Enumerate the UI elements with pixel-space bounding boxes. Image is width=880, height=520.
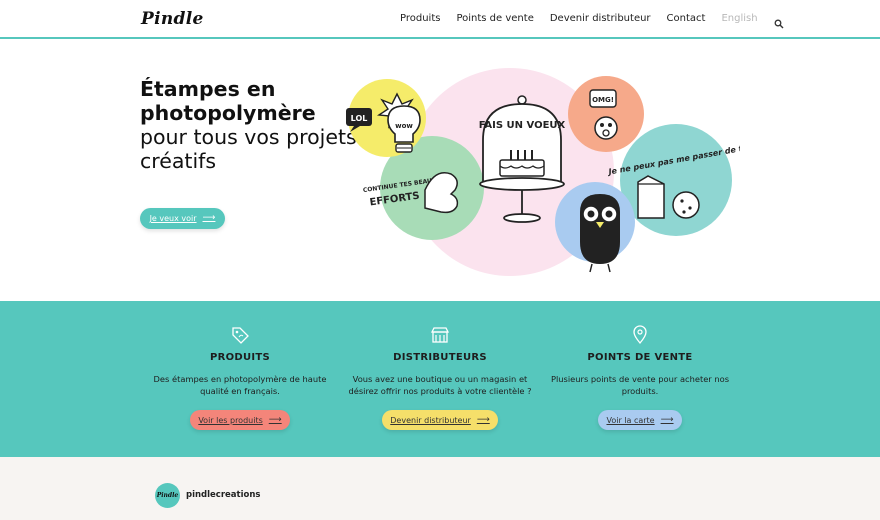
voir-les-produits-button[interactable]: Voir les produits ⟶ xyxy=(190,410,290,430)
feature-points-de-vente-text: Plusieurs points de vente pour acheter n… xyxy=(550,374,730,396)
features-band: PRODUITS Des étampes en photopolymère de… xyxy=(0,301,880,457)
nav-produits[interactable]: Produits xyxy=(400,13,440,24)
feature-points-de-vente-title: POINTS DE VENTE xyxy=(587,352,693,363)
nav-devenir-distributeur[interactable]: Devenir distributeur xyxy=(550,13,651,24)
salmon-blob xyxy=(568,76,644,152)
hero-title: Étampes en photopolymère pour tous vos p… xyxy=(140,77,360,173)
search-icon[interactable] xyxy=(774,14,784,28)
voir-la-carte-button[interactable]: Voir la carte ⟶ xyxy=(598,410,682,430)
arrow-right-icon: ⟶ xyxy=(476,414,490,425)
nav-contact[interactable]: Contact xyxy=(667,13,706,24)
feature-distributeurs-title: DISTRIBUTEURS xyxy=(393,352,487,363)
hero-illustration: LOL wow CONTINUE TES BEAUX EFFORTS FAIS … xyxy=(346,68,740,276)
map-pin-icon xyxy=(630,325,650,345)
site-logo[interactable]: Pindle xyxy=(141,9,204,29)
voir-la-carte-label: Voir la carte xyxy=(606,415,655,425)
arrow-right-icon: ⟶ xyxy=(660,414,674,425)
feature-produits-text: Des étampes en photopolymère de haute qu… xyxy=(153,374,327,396)
feature-distributeurs-text: Vous avez une boutique ou un magasin et … xyxy=(348,374,532,396)
price-tag-icon xyxy=(230,325,250,345)
svg-text:wow: wow xyxy=(395,122,413,130)
hero-cta-label: Je veux voir xyxy=(149,214,197,223)
devenir-distributeur-label: Devenir distributeur xyxy=(390,415,471,425)
hero-cta-button[interactable]: Je veux voir ⟶ xyxy=(140,208,225,229)
hero-title-bold: Étampes en photopolymère xyxy=(140,77,316,125)
arrow-right-icon: ⟶ xyxy=(202,213,216,223)
arrow-right-icon: ⟶ xyxy=(268,414,282,425)
site-header: Pindle Produits Points de vente Devenir … xyxy=(0,0,880,39)
instagram-section: Pindle pindlecreations xyxy=(0,457,880,520)
svg-text:LOL: LOL xyxy=(351,114,368,123)
feature-produits-title: PRODUITS xyxy=(209,352,271,363)
hero-title-light: pour tous vos projets créatifs xyxy=(140,125,357,173)
storefront-icon xyxy=(430,325,450,345)
teal-blob xyxy=(620,124,732,236)
svg-text:OMG!: OMG! xyxy=(592,96,614,104)
svg-text:FAIS UN VOEUX: FAIS UN VOEUX xyxy=(479,120,566,131)
nav-language-english[interactable]: English xyxy=(721,13,757,24)
instagram-handle[interactable]: pindlecreations xyxy=(186,490,260,500)
voir-les-produits-label: Voir les produits xyxy=(198,415,263,425)
instagram-avatar[interactable]: Pindle xyxy=(155,483,180,508)
main-nav: Produits Points de vente Devenir distrib… xyxy=(400,13,784,28)
nav-points-de-vente[interactable]: Points de vente xyxy=(456,13,533,24)
devenir-distributeur-button[interactable]: Devenir distributeur ⟶ xyxy=(382,410,498,430)
